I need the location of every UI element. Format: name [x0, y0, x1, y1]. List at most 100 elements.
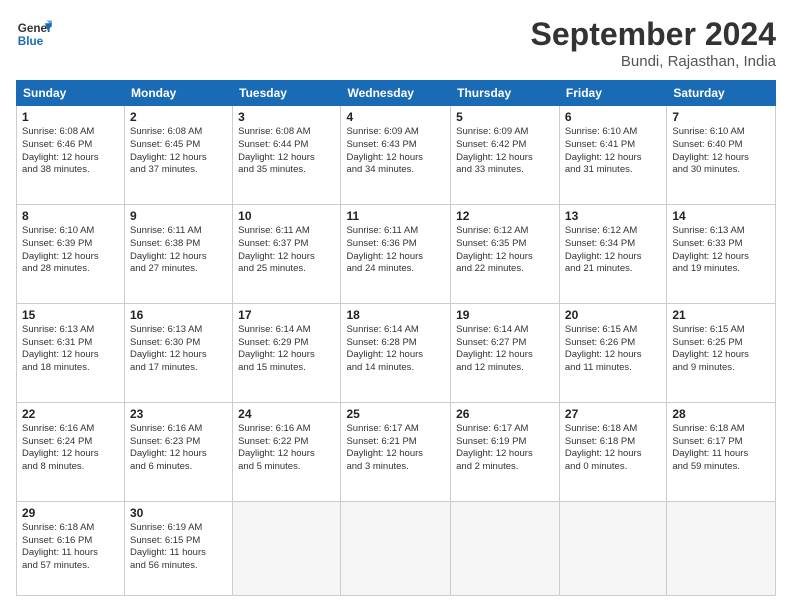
day-cell: [233, 501, 341, 595]
week-row: 1 Sunrise: 6:08 AMSunset: 6:46 PMDaylight…: [17, 106, 776, 205]
day-number: 11: [346, 209, 445, 223]
title-block: September 2024 Bundi, Rajasthan, India: [531, 16, 776, 70]
col-sunday: Sunday: [17, 81, 125, 106]
day-cell: [341, 501, 451, 595]
day-number: 22: [22, 407, 119, 421]
day-info: Sunrise: 6:10 AMSunset: 6:41 PMDaylight:…: [565, 126, 661, 177]
day-cell: 15 Sunrise: 6:13 AMSunset: 6:31 PMDayligh…: [17, 303, 125, 402]
svg-text:Blue: Blue: [18, 35, 44, 48]
col-friday: Friday: [559, 81, 666, 106]
day-number: 25: [346, 407, 445, 421]
day-cell: 20 Sunrise: 6:15 AMSunset: 6:26 PMDayligh…: [559, 303, 666, 402]
day-cell: [667, 501, 776, 595]
day-cell: 12 Sunrise: 6:12 AMSunset: 6:35 PMDayligh…: [451, 204, 560, 303]
day-cell: 6 Sunrise: 6:10 AMSunset: 6:41 PMDaylight…: [559, 106, 666, 205]
day-number: 21: [672, 308, 770, 322]
location-subtitle: Bundi, Rajasthan, India: [531, 53, 776, 70]
day-number: 24: [238, 407, 335, 421]
day-info: Sunrise: 6:10 AMSunset: 6:39 PMDaylight:…: [22, 225, 119, 276]
day-number: 9: [130, 209, 227, 223]
day-cell: 19 Sunrise: 6:14 AMSunset: 6:27 PMDayligh…: [451, 303, 560, 402]
day-cell: 18 Sunrise: 6:14 AMSunset: 6:28 PMDayligh…: [341, 303, 451, 402]
day-number: 6: [565, 110, 661, 124]
week-row: 22Sunrise: 6:16 AMSunset: 6:24 PMDayligh…: [17, 402, 776, 501]
day-info: Sunrise: 6:15 AMSunset: 6:26 PMDaylight:…: [565, 324, 661, 375]
day-number: 1: [22, 110, 119, 124]
day-info: Sunrise: 6:19 AMSunset: 6:15 PMDaylight:…: [130, 522, 227, 573]
day-number: 3: [238, 110, 335, 124]
day-info: Sunrise: 6:13 AMSunset: 6:31 PMDaylight:…: [22, 324, 119, 375]
day-cell: 2 Sunrise: 6:08 AMSunset: 6:45 PMDaylight…: [125, 106, 233, 205]
day-info: Sunrise: 6:12 AMSunset: 6:34 PMDaylight:…: [565, 225, 661, 276]
day-cell: 23 Sunrise: 6:16 AMSunset: 6:23 PMDayligh…: [125, 402, 233, 501]
day-info: Sunrise: 6:08 AMSunset: 6:46 PMDaylight:…: [22, 126, 119, 177]
col-tuesday: Tuesday: [233, 81, 341, 106]
day-info: Sunrise: 6:09 AMSunset: 6:43 PMDaylight:…: [346, 126, 445, 177]
day-number: 5: [456, 110, 554, 124]
col-monday: Monday: [125, 81, 233, 106]
day-cell: 17Sunrise: 6:14 AMSunset: 6:29 PMDayligh…: [233, 303, 341, 402]
day-number: 12: [456, 209, 554, 223]
day-cell: 5Sunrise: 6:09 AMSunset: 6:42 PMDaylight…: [451, 106, 560, 205]
day-cell: 4 Sunrise: 6:09 AMSunset: 6:43 PMDaylight…: [341, 106, 451, 205]
day-number: 15: [22, 308, 119, 322]
day-cell: 16Sunrise: 6:13 AMSunset: 6:30 PMDayligh…: [125, 303, 233, 402]
day-number: 14: [672, 209, 770, 223]
day-cell: 25 Sunrise: 6:17 AMSunset: 6:21 PMDayligh…: [341, 402, 451, 501]
day-cell: [559, 501, 666, 595]
day-info: Sunrise: 6:18 AMSunset: 6:16 PMDaylight:…: [22, 522, 119, 573]
day-info: Sunrise: 6:11 AMSunset: 6:38 PMDaylight:…: [130, 225, 227, 276]
day-cell: 9 Sunrise: 6:11 AMSunset: 6:38 PMDaylight…: [125, 204, 233, 303]
week-row: 15 Sunrise: 6:13 AMSunset: 6:31 PMDayligh…: [17, 303, 776, 402]
day-cell: 14Sunrise: 6:13 AMSunset: 6:33 PMDayligh…: [667, 204, 776, 303]
day-info: Sunrise: 6:08 AMSunset: 6:45 PMDaylight:…: [130, 126, 227, 177]
day-number: 29: [22, 506, 119, 520]
day-number: 4: [346, 110, 445, 124]
header: General Blue September 2024 Bundi, Rajas…: [16, 16, 776, 70]
day-info: Sunrise: 6:16 AMSunset: 6:22 PMDaylight:…: [238, 423, 335, 474]
calendar-header-row: Sunday Monday Tuesday Wednesday Thursday…: [17, 81, 776, 106]
day-number: 2: [130, 110, 227, 124]
day-info: Sunrise: 6:17 AMSunset: 6:21 PMDaylight:…: [346, 423, 445, 474]
day-cell: 29 Sunrise: 6:18 AMSunset: 6:16 PMDayligh…: [17, 501, 125, 595]
day-cell: 28Sunrise: 6:18 AMSunset: 6:17 PMDayligh…: [667, 402, 776, 501]
week-row: 8Sunrise: 6:10 AMSunset: 6:39 PMDaylight…: [17, 204, 776, 303]
day-number: 26: [456, 407, 554, 421]
day-cell: 7Sunrise: 6:10 AMSunset: 6:40 PMDaylight…: [667, 106, 776, 205]
day-number: 10: [238, 209, 335, 223]
logo: General Blue: [16, 16, 52, 52]
day-cell: 30 Sunrise: 6:19 AMSunset: 6:15 PMDayligh…: [125, 501, 233, 595]
day-info: Sunrise: 6:12 AMSunset: 6:35 PMDaylight:…: [456, 225, 554, 276]
day-number: 23: [130, 407, 227, 421]
day-info: Sunrise: 6:14 AMSunset: 6:27 PMDaylight:…: [456, 324, 554, 375]
day-cell: 27 Sunrise: 6:18 AMSunset: 6:18 PMDayligh…: [559, 402, 666, 501]
day-info: Sunrise: 6:16 AMSunset: 6:23 PMDaylight:…: [130, 423, 227, 474]
day-info: Sunrise: 6:18 AMSunset: 6:18 PMDaylight:…: [565, 423, 661, 474]
day-number: 27: [565, 407, 661, 421]
day-info: Sunrise: 6:14 AMSunset: 6:28 PMDaylight:…: [346, 324, 445, 375]
day-number: 18: [346, 308, 445, 322]
day-info: Sunrise: 6:17 AMSunset: 6:19 PMDaylight:…: [456, 423, 554, 474]
col-thursday: Thursday: [451, 81, 560, 106]
week-row: 29 Sunrise: 6:18 AMSunset: 6:16 PMDayligh…: [17, 501, 776, 595]
day-cell: 13 Sunrise: 6:12 AMSunset: 6:34 PMDayligh…: [559, 204, 666, 303]
calendar-page: General Blue September 2024 Bundi, Rajas…: [0, 0, 792, 612]
day-cell: 11Sunrise: 6:11 AMSunset: 6:36 PMDayligh…: [341, 204, 451, 303]
day-cell: 22Sunrise: 6:16 AMSunset: 6:24 PMDayligh…: [17, 402, 125, 501]
day-info: Sunrise: 6:15 AMSunset: 6:25 PMDaylight:…: [672, 324, 770, 375]
day-number: 20: [565, 308, 661, 322]
day-number: 17: [238, 308, 335, 322]
day-cell: 3 Sunrise: 6:08 AMSunset: 6:44 PMDaylight…: [233, 106, 341, 205]
col-saturday: Saturday: [667, 81, 776, 106]
day-info: Sunrise: 6:08 AMSunset: 6:44 PMDaylight:…: [238, 126, 335, 177]
day-number: 19: [456, 308, 554, 322]
day-cell: 10 Sunrise: 6:11 AMSunset: 6:37 PMDayligh…: [233, 204, 341, 303]
day-cell: 1 Sunrise: 6:08 AMSunset: 6:46 PMDaylight…: [17, 106, 125, 205]
day-info: Sunrise: 6:13 AMSunset: 6:30 PMDaylight:…: [130, 324, 227, 375]
day-number: 30: [130, 506, 227, 520]
day-number: 13: [565, 209, 661, 223]
day-info: Sunrise: 6:11 AMSunset: 6:37 PMDaylight:…: [238, 225, 335, 276]
day-number: 7: [672, 110, 770, 124]
month-title: September 2024: [531, 16, 776, 53]
day-cell: 8Sunrise: 6:10 AMSunset: 6:39 PMDaylight…: [17, 204, 125, 303]
